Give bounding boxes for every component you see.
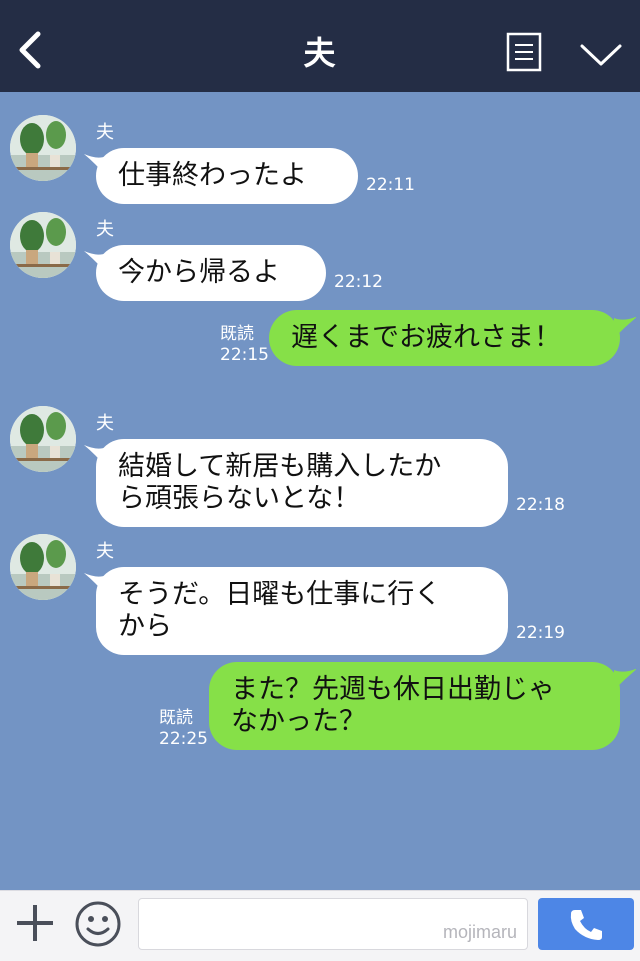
sender-name: 夫 (96, 541, 114, 562)
avatar[interactable] (10, 534, 76, 600)
message-time: 22:19 (516, 623, 565, 643)
phone-icon (568, 907, 604, 941)
bubble-tail (614, 316, 636, 338)
plus-icon[interactable] (14, 902, 56, 944)
message-time: 22:12 (334, 272, 383, 292)
menu-icon[interactable] (506, 32, 542, 72)
outgoing-message: また？先週も休日出勤じゃ なかった？ (209, 662, 620, 750)
watermark: mojimaru (442, 922, 517, 942)
message-time: 22:18 (516, 495, 565, 515)
avatar[interactable] (10, 115, 76, 181)
sender-name: 夫 (96, 122, 114, 143)
bubble-tail (614, 668, 636, 690)
outgoing-message: 遅くまでお疲れさま！ (269, 310, 620, 366)
chevron-down-icon[interactable] (578, 40, 624, 70)
message-list[interactable]: 夫 仕事終わったよ 22:11 夫 今から帰るよ 22:12 既読 22:15 … (0, 92, 640, 890)
incoming-message: 結婚して新居も購入したか ら頑張らないとな！ (96, 439, 508, 527)
read-receipt: 既読 22:15 (220, 324, 269, 366)
incoming-message: 今から帰るよ (96, 245, 326, 301)
incoming-message: 仕事終わったよ (96, 148, 358, 204)
avatar[interactable] (10, 406, 76, 472)
read-label: 既読 (159, 708, 193, 728)
avatar[interactable] (10, 212, 76, 278)
message-time: 22:11 (366, 175, 415, 195)
read-label: 既読 (220, 324, 254, 344)
message-time: 22:25 (159, 729, 208, 749)
call-button[interactable] (538, 898, 634, 950)
chat-header: 夫 (0, 0, 640, 92)
chat-title: 夫 (303, 34, 337, 72)
read-receipt: 既読 22:25 (159, 708, 208, 750)
message-input[interactable]: mojimaru (138, 898, 528, 950)
sender-name: 夫 (96, 413, 114, 434)
message-time: 22:15 (220, 345, 269, 365)
smile-icon[interactable] (74, 900, 122, 948)
sender-name: 夫 (96, 219, 114, 240)
incoming-message: そうだ。日曜も仕事に行く から (96, 567, 508, 655)
